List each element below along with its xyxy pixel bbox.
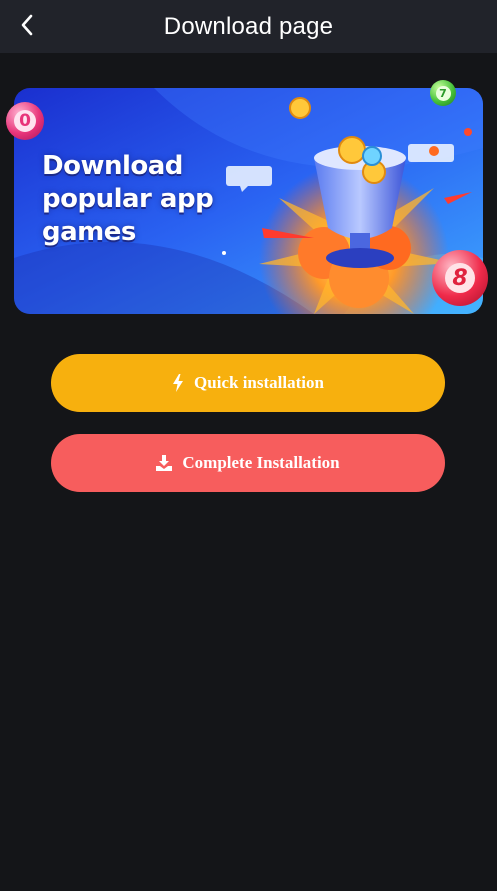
- complete-installation-label: Complete Installation: [182, 453, 340, 472]
- lottery-ball-0: 0: [6, 102, 44, 140]
- banner-headline-line: games: [42, 217, 136, 247]
- top-bar: Download page: [0, 0, 497, 53]
- banner-headline-line: Download: [42, 151, 183, 181]
- chevron-left-icon: [21, 14, 33, 36]
- promo-banner: Download popular app games: [14, 88, 483, 314]
- banner-headline: Download popular app games: [42, 150, 242, 249]
- banner-headline-line: popular app: [42, 184, 214, 214]
- download-tray-icon: [156, 455, 173, 471]
- quick-installation-label: Quick installation: [194, 373, 324, 392]
- lottery-ball-8: 8: [432, 250, 488, 306]
- quick-installation-button[interactable]: Quick installation: [51, 354, 445, 412]
- back-button[interactable]: [14, 12, 40, 38]
- complete-installation-button[interactable]: Complete Installation: [51, 434, 445, 492]
- lightning-bolt-icon: [172, 374, 184, 392]
- page-title: Download page: [163, 12, 334, 40]
- lottery-ball-7: 7: [430, 80, 456, 106]
